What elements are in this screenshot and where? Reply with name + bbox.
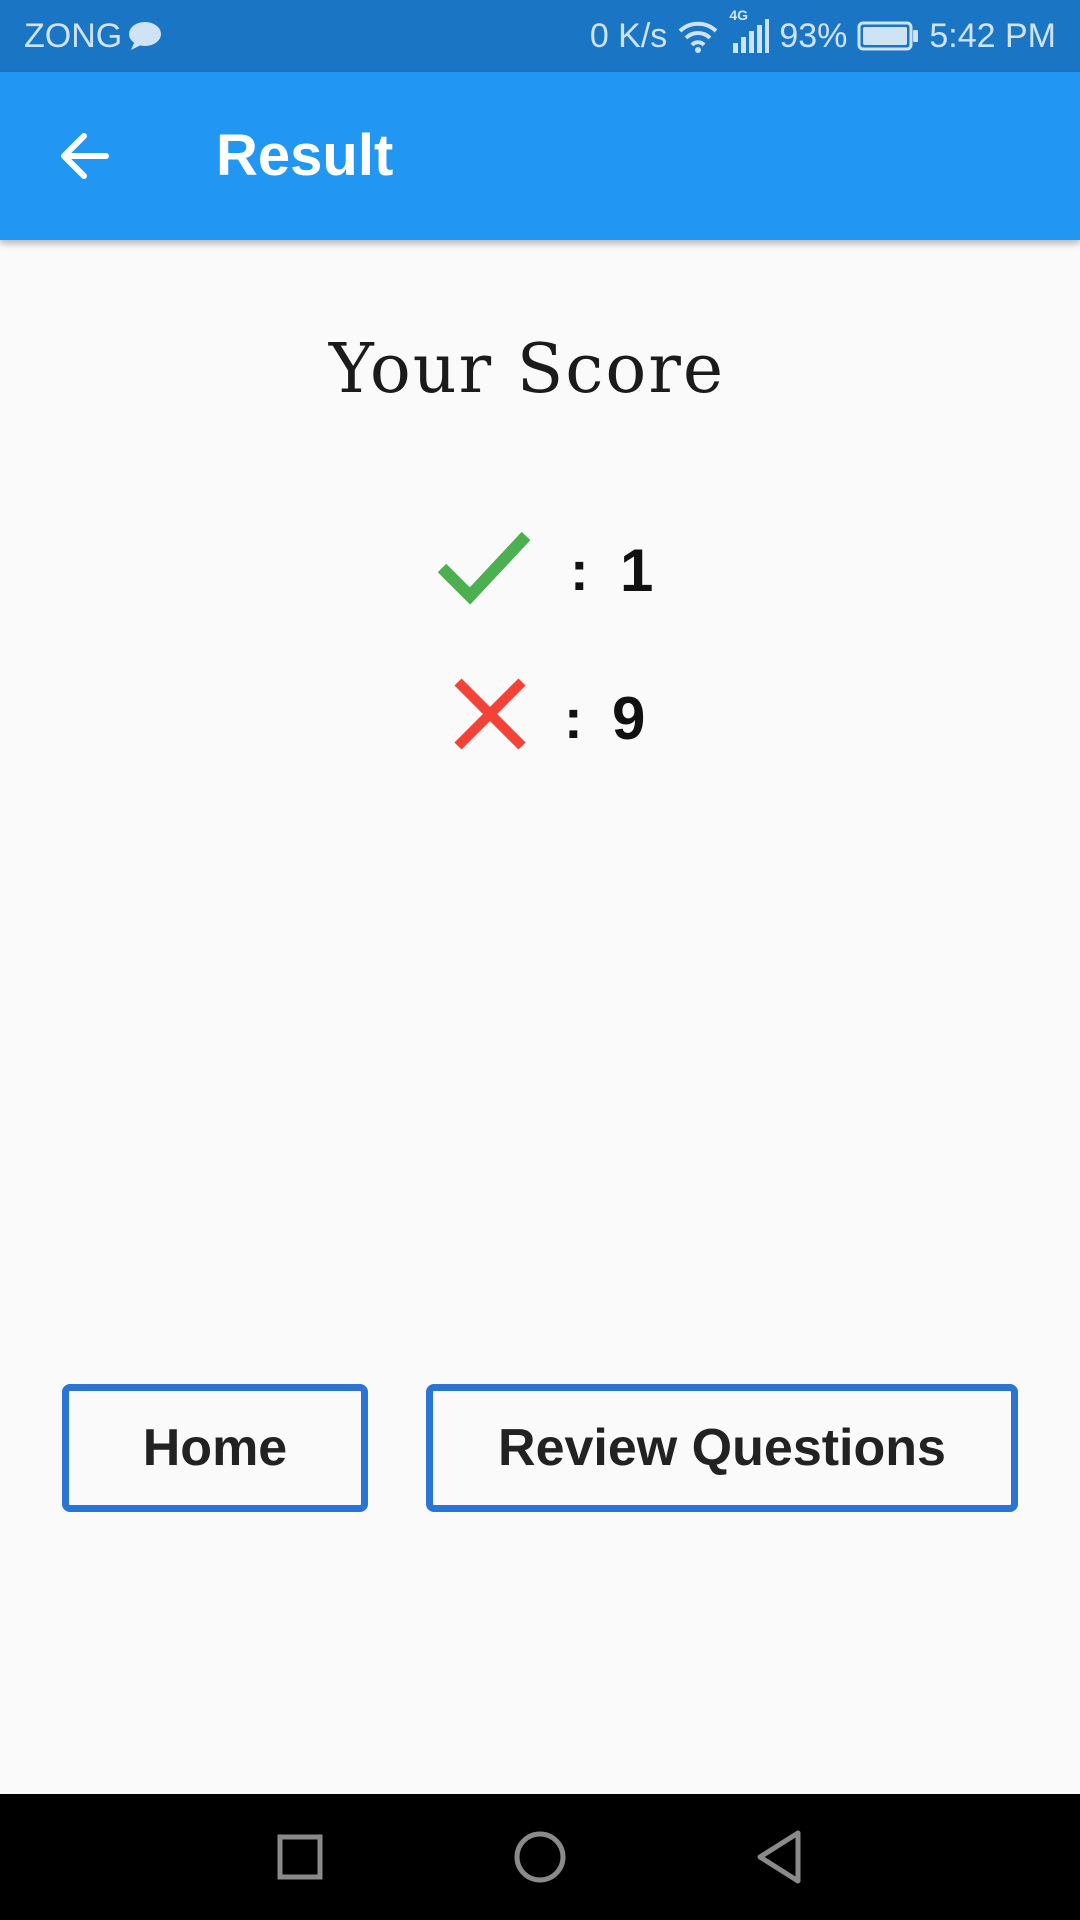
wrong-separator: : (564, 687, 583, 750)
clock: 5:42 PM (929, 16, 1056, 55)
recents-square-icon (277, 1834, 323, 1880)
cellular-signal-icon: 4G (729, 7, 770, 53)
score-title: Your Score (328, 330, 726, 409)
result-screen: ZONG 0 K/s 4G 93% 5:42 PM Result Your Sc… (0, 0, 1080, 1920)
status-bar: ZONG 0 K/s 4G 93% 5:42 PM (0, 0, 1080, 72)
wifi-icon (677, 19, 719, 53)
back-button[interactable] (40, 112, 128, 200)
correct-score-row: : 1 (0, 520, 1080, 630)
home-circle-icon (514, 1831, 566, 1883)
correct-separator: : (570, 539, 589, 602)
network-type-label: 4G (729, 7, 748, 23)
network-speed: 0 K/s (589, 16, 668, 55)
system-nav-bar (0, 1794, 1080, 1920)
app-bar: Result (0, 72, 1080, 240)
back-triangle-icon (757, 1830, 801, 1884)
check-icon (436, 526, 532, 611)
wrong-count: 9 (612, 685, 646, 752)
review-questions-button[interactable]: Review Questions (426, 1384, 1018, 1512)
wrong-score-row: : 9 (0, 668, 1080, 778)
battery-icon (857, 21, 919, 51)
message-icon (128, 21, 162, 51)
home-button[interactable]: Home (62, 1384, 368, 1512)
arrow-back-icon (61, 133, 109, 179)
page-title: Result (216, 123, 394, 188)
correct-count: 1 (620, 537, 654, 604)
home-nav-button[interactable] (505, 1822, 575, 1892)
back-nav-button[interactable] (745, 1822, 815, 1892)
close-icon (452, 676, 528, 757)
carrier-label: ZONG (24, 16, 123, 55)
battery-percent: 93% (779, 16, 848, 55)
recents-button[interactable] (265, 1822, 335, 1892)
